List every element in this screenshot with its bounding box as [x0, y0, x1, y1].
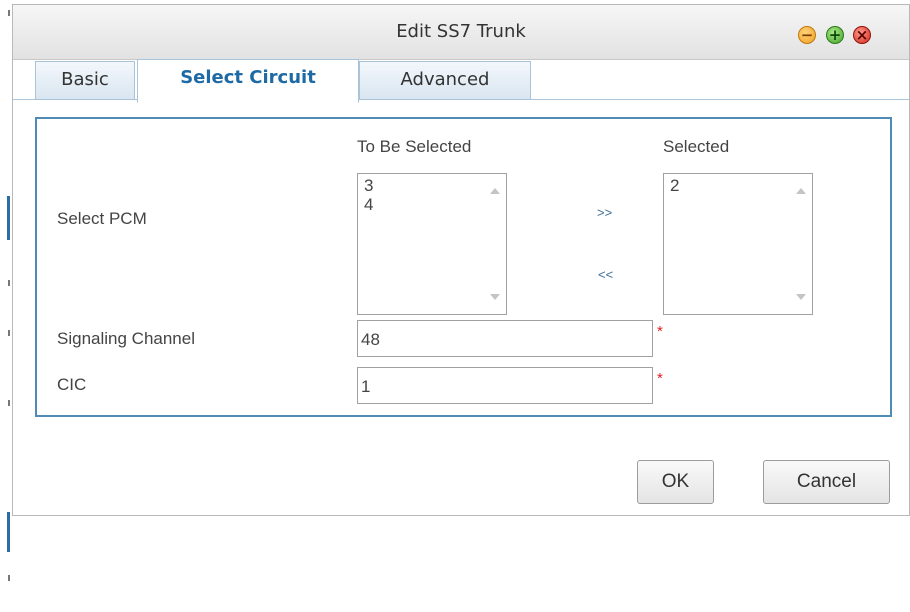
close-icon[interactable]: ×: [853, 26, 871, 44]
required-marker: *: [657, 323, 663, 340]
cancel-button[interactable]: Cancel: [763, 460, 890, 504]
background-tick: [8, 400, 10, 406]
selected-listbox[interactable]: 2: [663, 173, 813, 315]
to-be-selected-items: 3 4: [358, 176, 373, 214]
scroll-up-icon[interactable]: [490, 188, 500, 194]
ok-button[interactable]: OK: [637, 460, 714, 504]
select-pcm-label: Select PCM: [57, 209, 147, 228]
add-selected-button[interactable]: >>: [597, 205, 612, 220]
background-selection-marker: [7, 512, 10, 552]
selected-items: 2: [664, 176, 679, 195]
minimize-icon[interactable]: −: [798, 26, 816, 44]
background-tick: [8, 575, 10, 581]
listbox-scrollbar[interactable]: [794, 174, 812, 314]
list-item[interactable]: 4: [358, 195, 373, 214]
list-item[interactable]: 3: [358, 176, 373, 195]
dialog-title: Edit SS7 Trunk: [396, 21, 526, 42]
remove-selected-button[interactable]: <<: [598, 267, 613, 282]
select-circuit-panel: To Be Selected Selected Select PCM 3 4 >…: [35, 117, 892, 417]
scroll-up-icon[interactable]: [796, 188, 806, 194]
edit-trunk-dialog: Edit SS7 Trunk − + × Basic Select Circui…: [12, 4, 910, 516]
background-tick: [8, 10, 10, 16]
listbox-scrollbar[interactable]: [488, 174, 506, 314]
required-marker: *: [657, 370, 663, 387]
cic-field[interactable]: 1: [357, 367, 653, 404]
dialog-titlebar[interactable]: Edit SS7 Trunk − + ×: [13, 5, 909, 60]
signaling-channel-field[interactable]: 48: [357, 320, 653, 357]
background-tick: [8, 330, 10, 336]
cic-label: CIC: [57, 375, 87, 394]
background-selection-marker: [7, 196, 10, 240]
signaling-channel-label: Signaling Channel: [57, 329, 195, 348]
to-be-selected-header: To Be Selected: [357, 137, 472, 156]
list-item[interactable]: 2: [664, 176, 679, 195]
maximize-icon[interactable]: +: [826, 26, 844, 44]
tab-basic[interactable]: Basic: [35, 61, 135, 99]
selected-header: Selected: [663, 137, 730, 156]
tab-select-circuit[interactable]: Select Circuit: [137, 59, 359, 103]
tab-advanced[interactable]: Advanced: [359, 61, 531, 99]
scroll-down-icon[interactable]: [796, 294, 806, 300]
to-be-selected-listbox[interactable]: 3 4: [357, 173, 507, 315]
background-tick: [8, 280, 10, 286]
scroll-down-icon[interactable]: [490, 294, 500, 300]
